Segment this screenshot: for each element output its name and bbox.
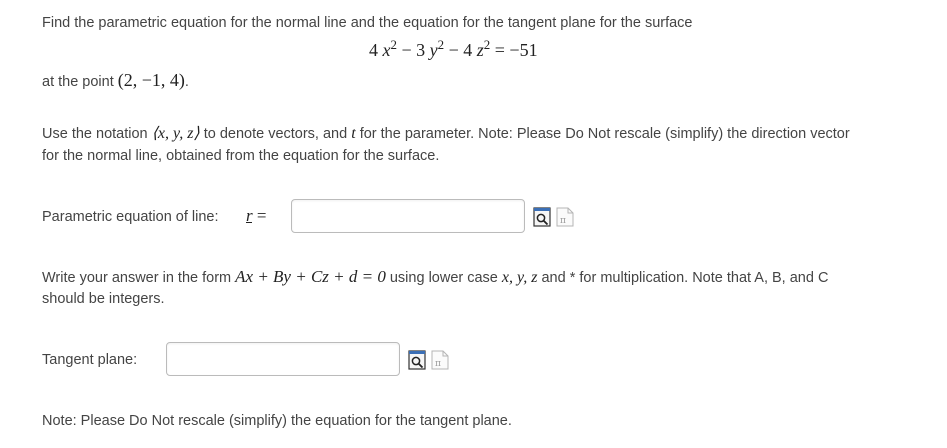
form-line-1: Write your answer in the form Ax + By + … bbox=[42, 266, 828, 289]
form-expression: Ax + By + Cz + d = 0 bbox=[235, 267, 386, 286]
svg-text:π: π bbox=[560, 216, 566, 226]
footer-note: Note: Please Do Not rescale (simplify) t… bbox=[42, 413, 512, 429]
eq-term1-var: x bbox=[382, 40, 391, 60]
form-text-3: and * for multiplication. Note that A, B… bbox=[537, 270, 829, 286]
surface-equation: 4 x2 − 3 y2 − 4 z2 = −51 bbox=[369, 38, 538, 61]
line-equation-editor-icon[interactable]: π bbox=[556, 207, 574, 227]
eq-term1-coef: 4 bbox=[369, 40, 378, 60]
line-preview-icon[interactable] bbox=[533, 207, 551, 227]
notation-line-1: Use the notation ⟨x, y, z⟩ to denote vec… bbox=[42, 123, 850, 145]
form-text-2: using lower case bbox=[385, 270, 502, 286]
point-suffix: . bbox=[184, 74, 189, 90]
eq-term3-var: z bbox=[476, 40, 484, 60]
plane-equation-editor-icon[interactable]: π bbox=[431, 350, 449, 370]
notation-vector: ⟨x, y, z⟩ bbox=[151, 125, 200, 142]
notation-text-3: for the parameter. Note: Please Do Not r… bbox=[355, 126, 850, 142]
point-sentence: at the point (2, −1, 4). bbox=[42, 69, 189, 93]
plane-preview-icon[interactable] bbox=[408, 350, 426, 370]
notation-text-2: to denote vectors, and bbox=[199, 126, 352, 142]
eq-rhs: = −51 bbox=[490, 40, 538, 60]
point-prefix: at the point bbox=[42, 74, 118, 90]
line-var-equals: = bbox=[252, 206, 267, 225]
notation-text-1: Use the notation bbox=[42, 126, 152, 142]
notation-line-2: for the normal line, obtained from the e… bbox=[42, 148, 440, 164]
svg-text:π: π bbox=[435, 359, 441, 369]
point-value: (2, −1, 4) bbox=[117, 70, 185, 90]
line-answer-label: Parametric equation of line: bbox=[42, 209, 219, 225]
line-answer-input[interactable] bbox=[291, 199, 525, 233]
line-answer-var: r = bbox=[246, 206, 266, 226]
form-vars: x, y, z bbox=[501, 269, 538, 286]
line-var-r: r bbox=[246, 206, 253, 225]
eq-term2-var: y bbox=[429, 40, 438, 60]
problem-intro: Find the parametric equation for the nor… bbox=[42, 15, 693, 31]
eq-op1: − 3 bbox=[396, 40, 430, 60]
plane-answer-label: Tangent plane: bbox=[42, 352, 138, 368]
form-text-1: Write your answer in the form bbox=[42, 270, 236, 286]
eq-op2: − 4 bbox=[444, 40, 477, 60]
plane-answer-input[interactable] bbox=[166, 342, 400, 376]
form-line-2: should be integers. bbox=[42, 291, 165, 307]
